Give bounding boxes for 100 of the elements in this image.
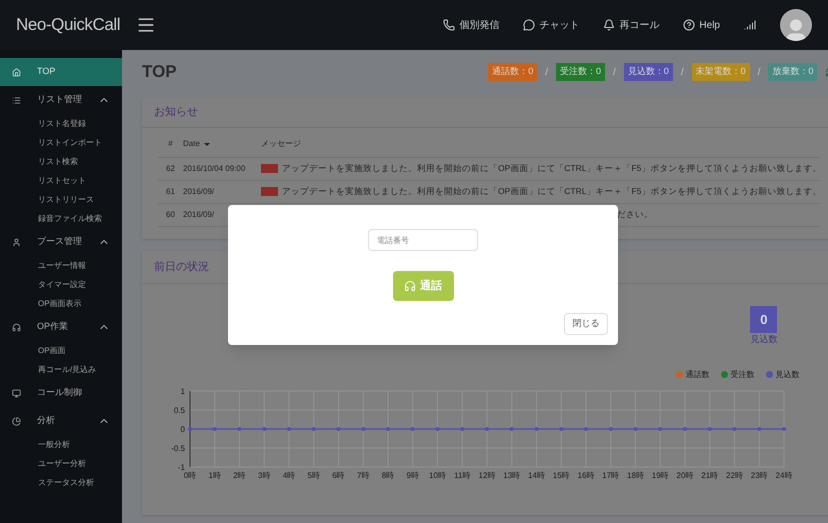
table-cell-text: 2016/09/	[183, 186, 216, 198]
counter-badge: 見込数：0	[624, 63, 673, 81]
data-point	[534, 426, 538, 430]
x-tick-label: 12時	[478, 470, 496, 480]
table-cell-text: 2016/09/	[183, 208, 216, 220]
y-tick-label: 0	[180, 424, 185, 434]
separator: /	[758, 66, 760, 80]
x-tick-label: 9時	[406, 470, 419, 480]
x-tick-label: 4時	[282, 470, 296, 480]
sidebar-item[interactable]: ブース管理	[0, 228, 122, 256]
submenu-item[interactable]: 録音ファイル検索	[0, 209, 122, 228]
x-tick-label: 20時	[676, 470, 694, 480]
logo: Neo-QuickCall	[16, 14, 120, 36]
header-link[interactable]: 個別発信	[443, 18, 500, 32]
y-tick-label: 1	[180, 386, 185, 396]
submenu-item[interactable]: リスト検索	[0, 152, 122, 171]
headphones-icon	[12, 322, 21, 332]
y-tick-label: -0.5	[171, 444, 185, 452]
header-link[interactable]: Help	[683, 18, 720, 32]
home-icon	[12, 68, 21, 76]
stat-label: 見込数	[750, 333, 778, 346]
submenu-item[interactable]: ステータス分析	[0, 473, 122, 492]
legend-label: 見込数	[775, 368, 800, 380]
close-button[interactable]: 閉じる	[564, 313, 608, 335]
header-link[interactable]: 再コール	[603, 18, 660, 32]
sidebar-item[interactable]: リスト管理	[0, 86, 122, 114]
submenu-item[interactable]: リストリリース	[0, 190, 122, 209]
x-tick-label: 10時	[429, 470, 446, 480]
headphones-icon	[404, 280, 416, 292]
sidebar-item[interactable]: コール制御	[0, 379, 122, 407]
x-tick-label: 24時	[776, 470, 792, 480]
separator: /	[613, 66, 616, 80]
submenu-item[interactable]: 再コール/見込み	[0, 360, 122, 379]
counter-badge: 受注数：0	[556, 63, 606, 81]
data-point	[757, 426, 762, 430]
x-tick-label: 1時	[208, 470, 221, 480]
x-tick-label: 5時	[308, 470, 320, 480]
submenu-item[interactable]: ユーザー情報	[0, 256, 122, 275]
sidebar-item[interactable]: TOP	[0, 58, 122, 86]
data-point	[238, 426, 242, 430]
bell-icon	[603, 19, 616, 31]
help-icon	[683, 19, 696, 31]
data-point	[410, 426, 415, 430]
signal-icon	[744, 19, 756, 31]
submenu-item[interactable]: リストインポート	[0, 133, 122, 152]
table-cell: アップデートを実施致しました。利用を開始の前に「OP画面」にて「CTRL」キー＋「F5」ボタンを押して頂くようお願い致します。	[261, 185, 822, 198]
x-tick-label: 6時	[332, 470, 345, 480]
panel-title: お知らせ	[142, 98, 828, 128]
x-tick-label: 14時	[528, 470, 545, 480]
list-icon	[12, 96, 21, 104]
column-header[interactable]: Date	[183, 138, 261, 150]
x-tick-label: 18時	[627, 470, 644, 480]
counter-badge: 通話数：0	[488, 63, 538, 81]
legend-label: 受注数	[730, 368, 754, 380]
pie-chart-icon	[12, 416, 21, 426]
sidebar-item[interactable]: OP作業	[0, 313, 122, 341]
tag-marker	[261, 187, 278, 196]
submenu-item[interactable]: リストセット	[0, 171, 122, 190]
x-tick-label: 17時	[602, 470, 620, 480]
x-tick-label: 8時	[382, 470, 394, 480]
table-cell-text: ださい。	[616, 208, 653, 221]
chat-icon	[523, 19, 536, 31]
user-icon	[12, 238, 21, 246]
data-point	[386, 426, 390, 430]
phone-number-field[interactable]: 電話番号	[368, 229, 478, 251]
data-point	[188, 426, 192, 430]
legend-label: 通話数	[685, 368, 710, 380]
submenu-item[interactable]: リスト名登録	[0, 114, 122, 133]
submenu-item[interactable]: OP画面	[0, 341, 122, 360]
monitor-icon	[12, 388, 21, 398]
data-point	[460, 426, 464, 430]
data-point	[782, 426, 786, 430]
separator: /	[680, 66, 684, 80]
tag-marker	[261, 164, 278, 173]
column-header: #	[167, 138, 174, 150]
data-point	[485, 426, 489, 430]
data-point	[658, 426, 662, 430]
x-tick-label: 0時	[184, 470, 196, 480]
counter-badge: 放棄数：0	[768, 63, 818, 81]
header-link[interactable]: チャット	[523, 18, 580, 32]
phone-icon	[443, 19, 456, 31]
data-point	[584, 426, 588, 430]
submenu-item[interactable]: タイマー設定	[0, 275, 122, 294]
submenu-item[interactable]: 一般分析	[0, 435, 122, 454]
x-tick-label: 16時	[578, 470, 594, 480]
data-point	[361, 426, 366, 430]
counter-badge: 未架電数：0	[692, 63, 750, 81]
y-tick-label: 0.5	[174, 406, 185, 414]
data-point	[436, 426, 440, 430]
x-tick-label: 2時	[233, 470, 246, 480]
submenu-item[interactable]: OP画面表示	[0, 294, 122, 313]
data-point	[559, 426, 564, 430]
x-tick-label: 11時	[454, 470, 470, 480]
submenu-item[interactable]: ユーザー分析	[0, 454, 122, 473]
y-tick-label: -1	[178, 462, 185, 472]
data-point	[336, 426, 340, 430]
x-tick-label: 3時	[258, 470, 270, 480]
x-tick-label: 19時	[652, 470, 669, 480]
avatar[interactable]	[780, 9, 812, 41]
sidebar-item[interactable]: 分析	[0, 407, 122, 435]
